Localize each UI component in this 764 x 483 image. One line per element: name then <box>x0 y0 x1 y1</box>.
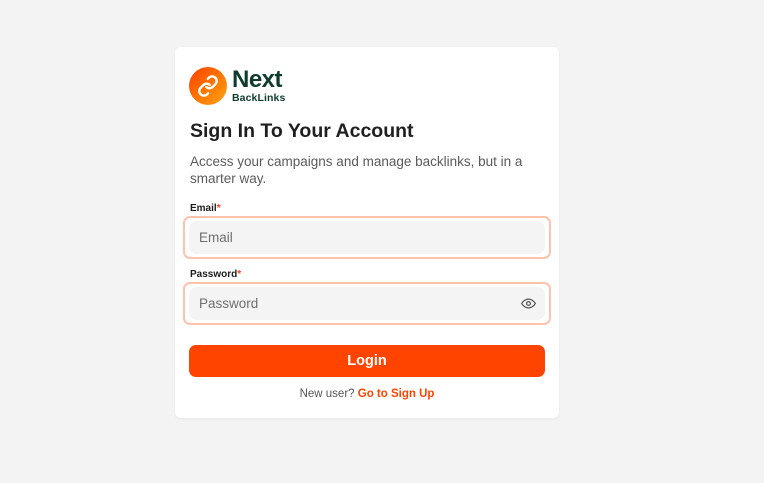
password-label: Password* <box>190 269 241 280</box>
page-subtitle: Access your campaigns and manage backlin… <box>190 154 523 186</box>
brand-name: Next <box>232 66 283 94</box>
eye-icon[interactable] <box>519 295 537 313</box>
login-button[interactable]: Login <box>189 345 545 377</box>
password-label-text: Password <box>190 269 238 280</box>
login-card: Next BackLinks Sign In To Your Account A… <box>175 47 559 418</box>
email-field-frame <box>183 216 551 259</box>
page-title: Sign In To Your Account <box>190 120 414 142</box>
brand-wordmark: Next BackLinks <box>232 68 285 104</box>
email-field-container <box>189 221 545 254</box>
required-mark: * <box>237 269 242 280</box>
link-icon <box>189 67 227 105</box>
password-input[interactable] <box>189 287 519 320</box>
password-field-container <box>189 287 545 320</box>
brand-logo[interactable]: Next BackLinks <box>189 67 285 105</box>
signup-link[interactable]: Go to Sign Up <box>358 388 435 400</box>
password-field-frame <box>183 282 551 325</box>
email-label: Email* <box>190 203 221 214</box>
required-mark: * <box>216 203 221 214</box>
email-label-text: Email <box>190 203 217 214</box>
signup-prompt-text: New user? <box>299 388 355 400</box>
brand-subname: BackLinks <box>232 92 286 105</box>
email-input[interactable] <box>189 221 545 254</box>
signup-prompt: New user? Go to Sign Up <box>175 388 559 400</box>
